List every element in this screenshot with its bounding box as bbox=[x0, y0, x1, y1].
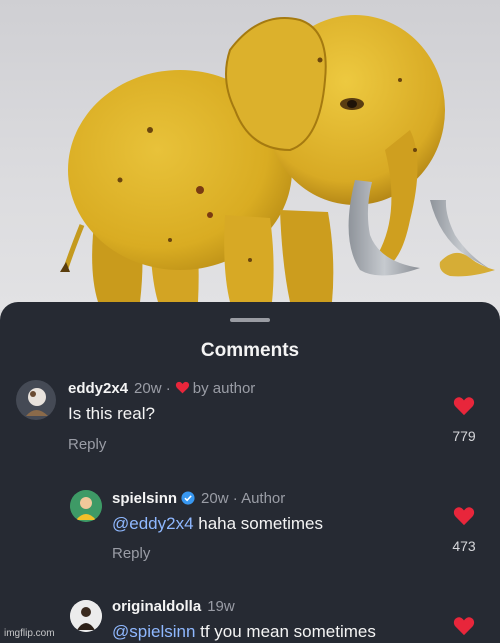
avatar[interactable] bbox=[16, 380, 56, 420]
like-count: 473 bbox=[452, 538, 476, 554]
post-image bbox=[0, 0, 500, 310]
username[interactable]: spielsinn bbox=[112, 490, 177, 507]
heart-icon bbox=[175, 381, 189, 394]
mention-link[interactable]: @eddy2x4 bbox=[112, 514, 194, 533]
mention-link[interactable]: @spielsinn bbox=[112, 622, 195, 641]
comment-body: tf you mean sometimes bbox=[195, 622, 376, 641]
liked-by-author-label: by author bbox=[192, 380, 256, 397]
banana-elephant-illustration bbox=[60, 15, 495, 302]
avatar-image bbox=[16, 380, 56, 420]
username[interactable]: originaldolla bbox=[112, 598, 201, 615]
comment-text: Is this real? bbox=[68, 404, 155, 423]
comment-text: @eddy2x4 haha sometimes bbox=[112, 514, 323, 534]
comment-meta: spielsinn 20w · Author bbox=[112, 490, 285, 507]
avatar[interactable] bbox=[70, 490, 102, 522]
separator: · bbox=[232, 490, 238, 507]
comment-text: @spielsinn tf you mean sometimes bbox=[112, 622, 376, 642]
username[interactable]: eddy2x4 bbox=[68, 380, 128, 397]
like-heart-icon[interactable] bbox=[453, 396, 475, 416]
timestamp: 20w bbox=[134, 380, 162, 397]
verified-badge-icon bbox=[181, 491, 195, 505]
like-count: 779 bbox=[452, 428, 476, 444]
comment-meta: eddy2x4 20w · by author bbox=[68, 380, 255, 397]
comments-sheet: Comments eddy2x4 20w · by author Is this r… bbox=[0, 302, 500, 643]
avatar-image bbox=[70, 600, 102, 632]
like-heart-icon[interactable] bbox=[453, 616, 475, 636]
separator: · bbox=[165, 380, 171, 397]
like-heart-icon[interactable] bbox=[453, 506, 475, 526]
avatar[interactable] bbox=[70, 600, 102, 632]
reply-button[interactable]: Reply bbox=[112, 545, 150, 562]
author-label: Author bbox=[241, 490, 286, 507]
drag-handle[interactable] bbox=[230, 318, 270, 322]
sheet-title: Comments bbox=[200, 340, 300, 361]
watermark: imgflip.com bbox=[4, 628, 55, 639]
comment-meta: originaldolla 19w bbox=[112, 598, 235, 615]
comment-body: haha sometimes bbox=[193, 514, 323, 533]
avatar-image bbox=[70, 490, 102, 522]
timestamp: 20w bbox=[201, 490, 229, 507]
reply-button[interactable]: Reply bbox=[68, 436, 106, 453]
timestamp: 19w bbox=[207, 598, 235, 615]
